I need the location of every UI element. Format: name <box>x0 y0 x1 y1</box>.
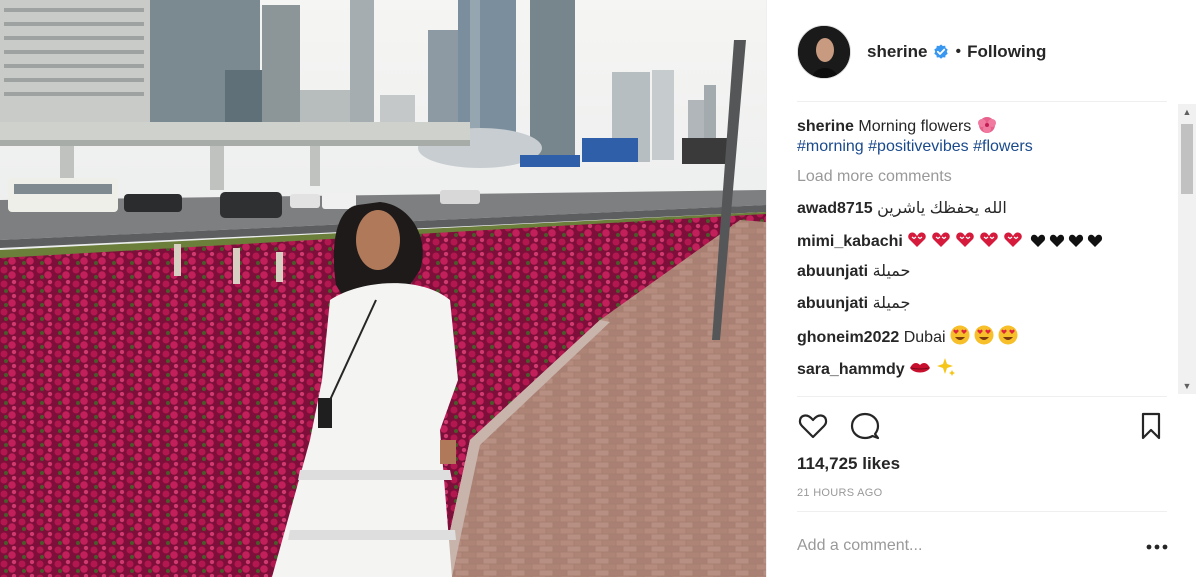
verified-badge-icon <box>934 44 949 59</box>
heart-icon[interactable] <box>797 410 829 442</box>
comment-box-divider <box>797 511 1167 512</box>
post-header: sherine • Following <box>797 24 1046 80</box>
heart-eyes-face-icon <box>950 325 1018 345</box>
scrollbar-thumb[interactable] <box>1181 124 1193 194</box>
post-photo[interactable] <box>0 0 766 577</box>
actions-divider <box>797 396 1167 397</box>
post-timestamp[interactable]: 21 HOURS AGO <box>797 487 883 499</box>
lips-icon <box>910 362 931 372</box>
comment-icon[interactable] <box>849 410 881 442</box>
comment-text: حميلة <box>872 263 911 280</box>
black-heart-icon <box>1030 234 1102 247</box>
scroll-down-icon[interactable]: ▼ <box>1178 378 1196 394</box>
comment-text: جميلة <box>872 294 911 312</box>
hibiscus-emoji-icon <box>977 117 996 133</box>
hashtag-link[interactable]: #flowers <box>973 138 1033 155</box>
more-options-icon[interactable] <box>1145 540 1169 554</box>
caption-text: Morning flowers <box>858 118 972 135</box>
scroll-up-icon[interactable]: ▲ <box>1178 104 1196 120</box>
comment-emoji-group <box>907 231 1105 250</box>
post-actions <box>797 408 1167 444</box>
comments-scrollbar[interactable]: ▲ ▼ <box>1178 104 1196 394</box>
post-caption: sherine Morning flowers #morning #positi… <box>797 116 1177 157</box>
hashtag-link[interactable]: #morning <box>797 138 864 155</box>
comment-username[interactable]: sara_hammdy <box>797 361 905 378</box>
likes-count[interactable]: 114,725 likes <box>797 454 900 474</box>
comment-text: Dubai <box>903 329 946 346</box>
comment-username[interactable]: ghoneim2022 <box>797 329 899 346</box>
comment-username[interactable]: abuunjati <box>797 295 868 312</box>
load-more-comments[interactable]: Load more comments <box>797 167 1177 187</box>
comment-item: awad8715 الله يحفظك ياشرين <box>797 199 1177 231</box>
comment-item: abuunjati جميلة <box>797 294 1177 326</box>
post-username[interactable]: sherine <box>867 42 927 62</box>
following-button[interactable]: Following <box>967 42 1046 62</box>
add-comment-input[interactable]: Add a comment... <box>797 537 922 555</box>
heart-eyes-red-icon <box>908 231 1023 248</box>
follow-separator: • <box>955 43 962 60</box>
caption-hashtags: #morning #positivevibes #flowers <box>797 137 1177 157</box>
caption-username[interactable]: sherine <box>797 118 854 135</box>
avatar[interactable] <box>797 25 851 79</box>
comment-username[interactable]: mimi_kabachi <box>797 233 903 250</box>
sparkles-icon <box>936 357 955 376</box>
comment-item: ghoneim2022 Dubai <box>797 325 1177 357</box>
post-image <box>0 0 766 577</box>
comment-username[interactable]: abuunjati <box>797 263 868 280</box>
comment-text: الله يحفظك ياشرين <box>877 200 1007 217</box>
hashtag-link[interactable]: #positivevibes <box>868 138 969 155</box>
header-divider <box>797 101 1167 102</box>
comment-item: mimi_kabachi <box>797 231 1177 263</box>
comment-username[interactable]: awad8715 <box>797 200 873 217</box>
post-side-panel: sherine • Following sherine Morning flow… <box>766 0 1200 577</box>
comments-list[interactable]: sherine Morning flowers #morning #positi… <box>797 116 1177 394</box>
comment-item: abuunjati حميلة <box>797 262 1177 294</box>
comment-item: sara_hammdy <box>797 357 1177 389</box>
bookmark-icon[interactable] <box>1135 410 1167 442</box>
